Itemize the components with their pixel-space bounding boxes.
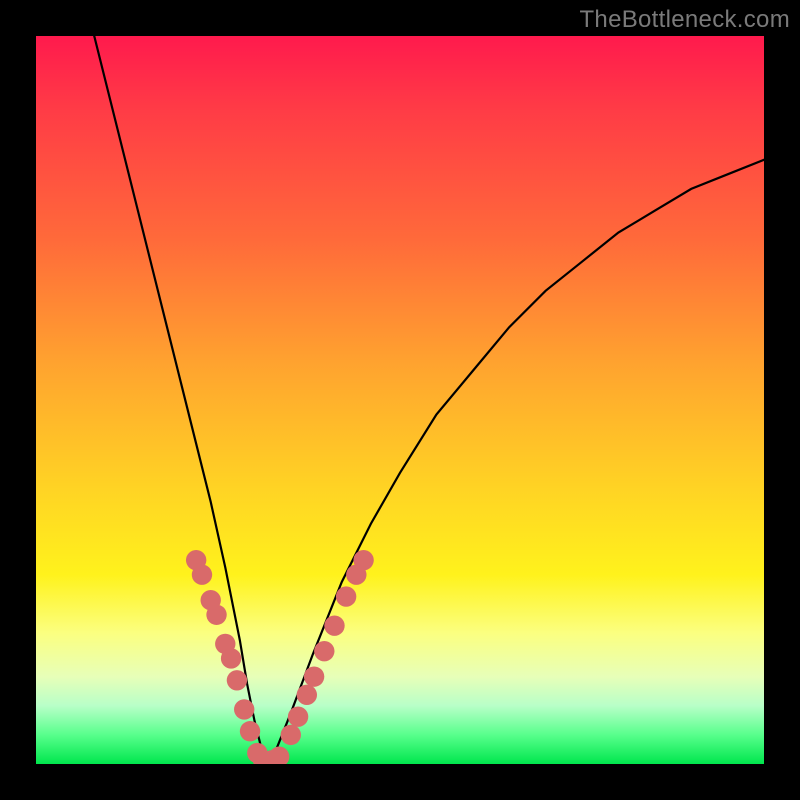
marker-dot xyxy=(324,615,344,635)
marker-dot xyxy=(234,699,254,719)
curve-layer xyxy=(36,36,764,764)
watermark-text: TheBottleneck.com xyxy=(579,6,790,34)
marker-dot xyxy=(206,605,226,625)
marker-dot xyxy=(240,721,260,741)
marker-dot xyxy=(221,648,241,668)
marker-dot xyxy=(227,670,247,690)
plot-area xyxy=(36,36,764,764)
marker-dot xyxy=(288,706,308,726)
marker-dots xyxy=(186,550,374,764)
marker-dot xyxy=(353,550,373,570)
marker-dot xyxy=(336,586,356,606)
marker-dot xyxy=(297,685,317,705)
marker-dot xyxy=(304,666,324,686)
bottleneck-curve xyxy=(94,36,764,764)
marker-dot xyxy=(192,565,212,585)
marker-dot xyxy=(314,641,334,661)
marker-dot xyxy=(281,725,301,745)
marker-dot xyxy=(269,747,289,764)
chart-frame: TheBottleneck.com xyxy=(0,0,800,800)
